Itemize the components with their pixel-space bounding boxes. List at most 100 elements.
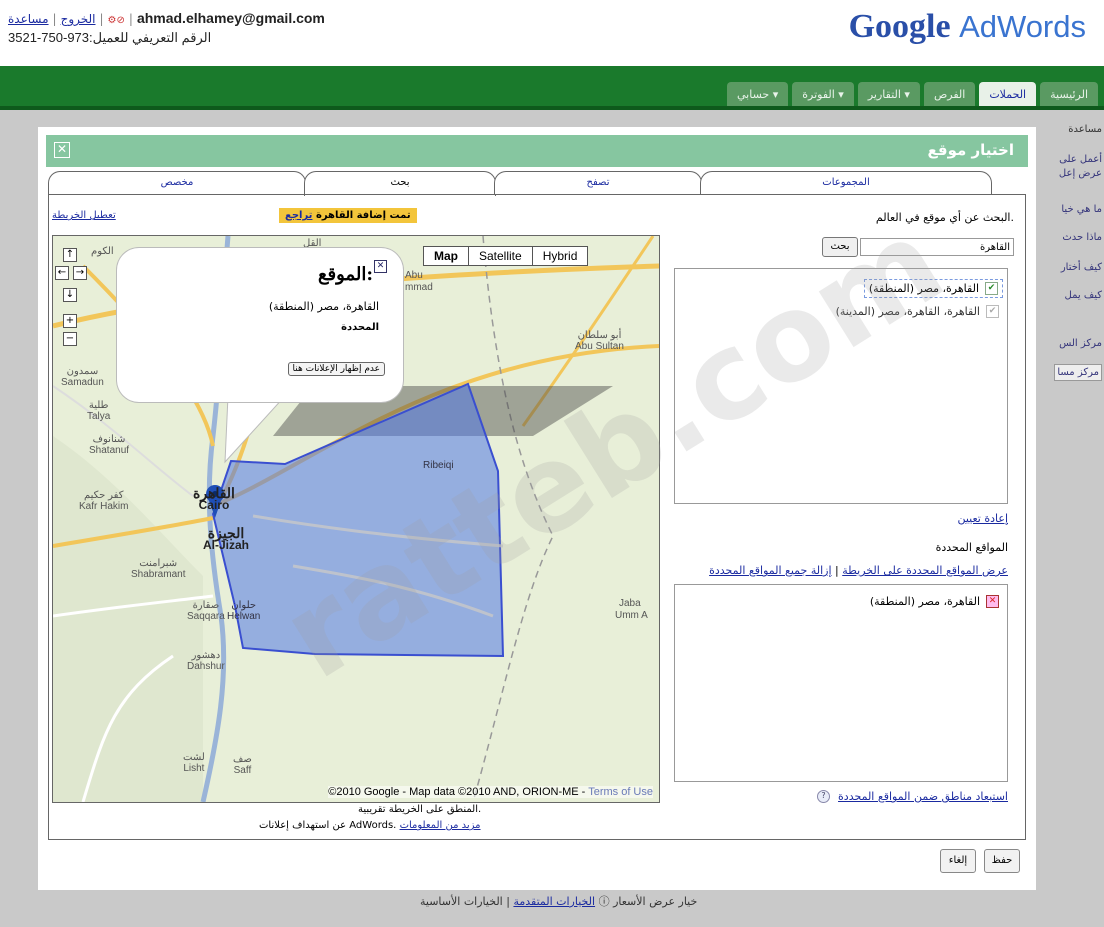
disable-map-link[interactable]: تعطيل الخريطة	[52, 210, 116, 221]
map-label-lisht: لشت Lisht	[183, 752, 205, 774]
help-icon: ⓘ	[598, 895, 610, 908]
pan-down-icon[interactable]: ↓	[63, 288, 77, 302]
selected-item-label: القاهرة، مصر (المنطقة)	[869, 595, 980, 608]
bg-side-item: كيف يمل	[1064, 290, 1102, 301]
map-label-saff: صف Saff	[233, 754, 252, 776]
bg-side-item: ما هي خيا	[1061, 204, 1102, 215]
map-label-kafrhakim: كفر حكيم Kafr Hakim	[79, 490, 129, 512]
map-view[interactable]: ↑ ← → ↓ + − Map Satellite Hybrid الكوم ا…	[52, 235, 660, 803]
map-type-control: Map Satellite Hybrid	[423, 246, 589, 266]
search-button[interactable]: بحث	[822, 237, 858, 257]
search-results-list: القاهرة، مصر (المنطقة) ✔ القاهرة، القاهر…	[674, 268, 1008, 504]
tab-custom[interactable]: مخصص	[48, 171, 306, 195]
added-text: تمت إضافة القاهرة	[315, 210, 411, 221]
more-info-link[interactable]: مزيد من المعلومات	[400, 820, 481, 831]
pan-right-icon[interactable]: →	[73, 266, 87, 280]
nav-tab-billing[interactable]: الفوترة ▾	[792, 82, 854, 106]
help-icon[interactable]: ?	[817, 790, 831, 803]
show-on-map-link[interactable]: عرض المواقع المحددة على الخريطة	[842, 564, 1008, 577]
dont-show-ads-button[interactable]: عدم إظهار الإعلانات هنا	[287, 362, 385, 376]
pan-left-icon[interactable]: ←	[55, 266, 69, 280]
bg-side-item: كيف أختار	[1060, 262, 1102, 273]
tab-browse[interactable]: تصفح	[494, 171, 702, 195]
bg-side-item: أعمل على	[1059, 154, 1102, 165]
nav-tab-reports[interactable]: التقارير ▾	[857, 82, 920, 106]
map-label-giza: الجيزة Al-Jizah	[203, 525, 250, 552]
cancel-button[interactable]: إلغاء	[940, 849, 976, 873]
bg-side-item: عرض إعل	[1058, 168, 1102, 179]
nav-tab-home[interactable]: الرئيسية	[1040, 82, 1098, 106]
dialog-header: ✕ اختيار موقع	[46, 135, 1028, 167]
map-type-satellite[interactable]: Satellite	[468, 247, 532, 265]
map-label-shatanuf: شنانوف Shatanuf	[89, 434, 130, 456]
map-label-dahshur: دهشور Dahshur	[187, 650, 225, 672]
zoom-out-icon[interactable]: −	[63, 332, 77, 346]
customer-id: الرقم التعريفي للعميل:973-750-3521	[8, 30, 212, 45]
background-side-panel: مساعدة أعمل على عرض إعل ما هي خيا ماذا ح…	[1044, 110, 1104, 410]
added-notification: تمت إضافة القاهرة تراجع	[279, 208, 417, 223]
exclude-areas-row: ? استبعاد مناطق ضمن المواقع المحددة	[817, 790, 1008, 803]
bg-side-item: ماذا حدث	[1062, 232, 1102, 243]
reset-link[interactable]: إعادة تعيين	[957, 512, 1008, 525]
map-label: Jaba	[619, 598, 641, 609]
tab-groups[interactable]: المجموعات	[700, 171, 992, 195]
more-info-row: عن استهداف إعلانات AdWords. مزيد من المع…	[259, 820, 481, 831]
terms-of-use-link[interactable]: Terms of Use	[588, 786, 653, 798]
zoom-in-icon[interactable]: +	[63, 314, 77, 328]
help-link[interactable]: مساعدة	[8, 12, 49, 26]
info-window-location: القاهرة، مصر (المنطقة)	[268, 300, 379, 313]
map-label: Umm A	[615, 610, 648, 621]
adwords-logo[interactable]: Google AdWords	[849, 8, 1086, 46]
map-label: Ribeiqi	[423, 460, 454, 471]
undo-link[interactable]: تراجع	[285, 210, 312, 221]
map-type-map[interactable]: Map	[424, 247, 468, 265]
bg-side-help: مساعدة	[1068, 124, 1102, 135]
more-info-text: عن استهداف إعلانات AdWords.	[259, 820, 397, 831]
account-links: الخروج|مساعدة | ⚙︎⊘ | ahmad.elhamey@gmail.co…	[8, 10, 325, 26]
result-item[interactable]: القاهرة، مصر (المنطقة) ✔	[863, 279, 1003, 298]
background-bottom-options: الخيارات المتقدمة | الخيارات الأساسية ⓘ …	[420, 895, 698, 908]
map-type-hybrid[interactable]: Hybrid	[531, 247, 588, 265]
remove-all-link[interactable]: إزالة جميع المواقع المحددة	[709, 564, 831, 577]
search-label: البحث عن أي موقع في العالم.	[875, 211, 1014, 224]
bg-side-item: مركز الس	[1059, 338, 1102, 349]
close-icon[interactable]: ✕	[54, 142, 70, 158]
nav-tab-opportunities[interactable]: الفرص	[923, 82, 976, 106]
nav-tab-campaigns[interactable]: الحملات	[979, 82, 1037, 106]
signout-link[interactable]: الخروج	[61, 12, 96, 26]
info-window-title: الموقع:	[317, 264, 373, 285]
save-button[interactable]: حفظ	[984, 849, 1020, 873]
selected-locations-actions: عرض المواقع المحددة على الخريطة | إزالة …	[709, 564, 1008, 577]
remove-icon[interactable]: ✕	[986, 595, 999, 608]
advanced-options-link: الخيارات المتقدمة	[513, 895, 596, 908]
nav-tab-account[interactable]: حسابي ▾	[727, 82, 789, 106]
selected-item: القاهرة، مصر (المنطقة) ✕	[870, 595, 999, 608]
main-nav: الرئيسية الحملات الفرص التقارير ▾ الفوتر…	[0, 66, 1104, 110]
location-picker-dialog: ✕ اختيار موقع مخصص بحث تصفح المجموعات ال…	[38, 127, 1036, 890]
exclude-areas-link[interactable]: استبعاد مناطق ضمن المواقع المحددة	[838, 790, 1008, 803]
tab-search[interactable]: بحث	[304, 171, 496, 196]
basic-options-text: الخيارات الأساسية	[420, 895, 503, 908]
location-search-input[interactable]	[860, 238, 1014, 256]
result-label: القاهرة، مصر (المنطقة)	[868, 282, 979, 295]
map-label-helwan: حلوان Helwan	[227, 600, 261, 622]
map-copyright: ©2010 Google - Map data ©2010 AND, ORION…	[328, 786, 653, 798]
user-email: ahmad.elhamey@gmail.com	[136, 10, 325, 26]
pricing-option-text: خيار عرض الأسعار	[613, 895, 698, 908]
pan-up-icon[interactable]: ↑	[63, 248, 77, 262]
tools-icon[interactable]: ⚙︎⊘	[108, 15, 125, 26]
result-item[interactable]: القاهرة، القاهرة، مصر (المدينة) ✔	[836, 305, 999, 318]
close-icon[interactable]: ✕	[374, 260, 387, 273]
checkbox-checked-icon[interactable]: ✔	[985, 282, 998, 295]
map-label: Abu	[405, 270, 423, 281]
map-label-shabramant: شبرامنت Shabramant	[131, 558, 186, 580]
dialog-title: اختيار موقع	[927, 141, 1014, 159]
selected-locations-label: المواقع المحددة	[935, 541, 1008, 554]
result-label: القاهرة، القاهرة، مصر (المدينة)	[835, 305, 980, 318]
checkbox-checked-icon[interactable]: ✔	[986, 305, 999, 318]
approximate-note: المنطق على الخريطة تقريبية.	[358, 804, 482, 815]
map-label-talya: طلية Talya	[87, 400, 111, 422]
top-header: الخروج|مساعدة | ⚙︎⊘ | ahmad.elhamey@gmail.co…	[0, 0, 1104, 66]
info-window: ✕ الموقع: القاهرة، مصر (المنطقة) المحددة…	[117, 248, 403, 402]
map-label-cairo: القاهرة Cairo	[193, 485, 235, 512]
